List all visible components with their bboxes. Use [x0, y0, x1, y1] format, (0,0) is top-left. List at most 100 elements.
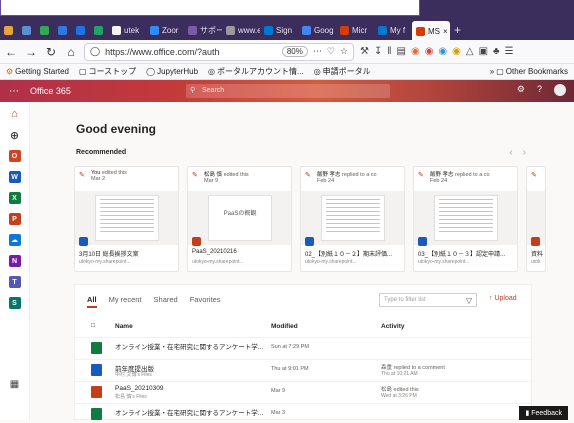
filter-input[interactable]: Type to filter list ▽ [379, 293, 477, 307]
card-file-name: 3月10日 総長挨拶文案 [79, 252, 139, 258]
bookmark-star-icon[interactable]: ☆ [340, 46, 348, 57]
file-activity-time: Thu at 10:21 AM [381, 371, 418, 377]
menu-icon[interactable]: ☰ [505, 46, 514, 57]
bookmark-item[interactable]: ⚙ Getting Started [6, 67, 69, 76]
column-modified[interactable]: Modified [271, 323, 298, 330]
onedrive-icon[interactable]: ☁ [8, 234, 21, 246]
avatar[interactable] [554, 84, 566, 96]
extension-icon[interactable]: ◉ [425, 46, 434, 57]
url-bar[interactable]: ◯ https://www.office.com/?auth 80% ⋯ ♡ ☆ [84, 42, 354, 61]
search-input[interactable]: ⚲ Search [186, 84, 390, 98]
doc-line [100, 199, 154, 200]
chevron-left-icon[interactable]: ‹ [509, 147, 512, 158]
recommended-card[interactable]: ✎ 資料 utok [526, 166, 546, 272]
powerpoint-icon[interactable]: P [8, 213, 21, 225]
browser-tab[interactable]: www.ec [222, 21, 260, 39]
doc-line [439, 219, 493, 220]
browser-tab[interactable]: Sign [260, 21, 298, 39]
doc-line [439, 215, 493, 216]
word-icon[interactable]: W [8, 171, 21, 183]
browser-tab[interactable] [0, 21, 18, 39]
app-launcher-icon[interactable]: ⋯ [0, 86, 28, 97]
download-icon[interactable]: ↧ [374, 46, 382, 57]
browser-tab[interactable]: utek [108, 21, 146, 39]
bookmark-item[interactable]: ◎ ポータルアカウント情... [208, 66, 304, 77]
browser-tab[interactable]: サポー [184, 21, 222, 39]
extension-icon[interactable]: ▣ [479, 46, 488, 57]
file-name[interactable]: オンライン授業・在宅研究に関するアンケート学... [115, 407, 263, 417]
bookmark-item[interactable]: ◯ JupyterHub [146, 67, 198, 76]
doc-preview [434, 195, 498, 241]
extension-icon[interactable]: ◉ [438, 46, 447, 57]
new-tab-button[interactable]: + [450, 21, 465, 39]
all-apps-icon[interactable]: ▦ [9, 378, 21, 390]
file-row[interactable]: PaaS_20210309 松島 慎's Files Mar 9 松島 edited … [75, 381, 533, 401]
recommended-card[interactable]: ✎ 飯野 孝志 replied to a co Feb 24 03_【別紙１０－３】認… [413, 166, 518, 272]
file-activity: 松島 edited this [381, 387, 419, 393]
file-name[interactable]: PaaS_20210309 [115, 385, 163, 392]
onenote-icon[interactable]: N [8, 255, 21, 267]
recommended-card[interactable]: ✎ You edited this Mar 2 3月10日 総長挨拶文案 utokyo-… [74, 166, 179, 272]
browser-tab[interactable]: Zoor [146, 21, 184, 39]
home-icon[interactable]: ⌂ [9, 108, 21, 120]
browser-tab[interactable] [72, 21, 90, 39]
sidebar-icon[interactable]: ▤ [397, 46, 406, 57]
browser-tab[interactable] [54, 21, 72, 39]
browser-tab[interactable]: Micr [336, 21, 374, 39]
settings-icon[interactable]: ⚙ [517, 84, 525, 96]
doc-line [100, 207, 154, 208]
bookmark-item[interactable]: ◎ 申請ポータル [314, 66, 371, 77]
pocket-icon[interactable]: ♡ [327, 46, 335, 57]
browser-tab[interactable]: Goog [298, 21, 336, 39]
browser-tab[interactable] [36, 21, 54, 39]
extension-icon[interactable]: ◉ [411, 46, 420, 57]
file-activity: 森重 replied to a comment [381, 365, 445, 371]
tab-favicon-icon [302, 25, 311, 35]
upload-button[interactable]: ↑ Upload [489, 295, 517, 302]
chevron-right-icon[interactable]: › [523, 147, 526, 158]
tab-my-recent[interactable]: My recent [109, 295, 142, 308]
forward-icon[interactable]: → [24, 45, 38, 59]
browser-tab[interactable] [90, 21, 108, 39]
office-title[interactable]: Office 365 [30, 86, 71, 96]
extension-icon[interactable]: △ [466, 46, 474, 57]
tab-shared[interactable]: Shared [154, 295, 178, 308]
browser-tab[interactable]: My f [374, 21, 412, 39]
library-icon[interactable]: ‖ [387, 46, 391, 57]
url-text[interactable]: https://www.office.com/?auth [105, 47, 277, 57]
close-tab-icon[interactable]: × [443, 27, 448, 36]
help-icon[interactable]: ? [537, 84, 542, 96]
browser-tab[interactable]: MS × [412, 21, 450, 41]
teams-icon[interactable]: T [8, 276, 21, 288]
outlook-icon[interactable]: O [8, 150, 21, 162]
page-actions-icon[interactable]: ⋯ [313, 46, 322, 57]
tab-all[interactable]: All [87, 295, 97, 308]
bookmark-item[interactable]: ▢ コーストップ [79, 66, 136, 77]
extension-icon[interactable]: ◉ [452, 46, 461, 57]
excel-icon[interactable]: X [8, 192, 21, 204]
sharepoint-icon[interactable]: S [8, 297, 21, 309]
reload-icon[interactable]: ↻ [44, 45, 58, 59]
create-icon[interactable]: ⊕ [9, 129, 21, 142]
recommended-card[interactable]: ✎ 飯野 孝志 replied to a co Feb 24 02_【別紙１０－２】期… [300, 166, 405, 272]
card-location: utokyo-my.sharepoint... [79, 259, 131, 265]
feedback-button[interactable]: ▮ Feedback [519, 406, 568, 420]
extensions-icon[interactable]: ♣ [493, 46, 500, 57]
column-name[interactable]: Name [115, 323, 133, 330]
tools-icon[interactable]: ⚒ [360, 46, 369, 57]
other-bookmarks[interactable]: » ▢ Other Bookmarks [490, 67, 568, 76]
recommended-card[interactable]: ✎ 松島 慎 edited this Mar 9 PaaSの概観 PaaS_202102… [187, 166, 292, 272]
tab-favorites[interactable]: Favorites [190, 295, 221, 308]
zoom-badge[interactable]: 80% [281, 46, 308, 57]
column-activity[interactable]: Activity [381, 323, 404, 330]
app-icon [531, 237, 540, 246]
file-row[interactable]: オンライン授業・在宅研究に関するアンケート学... Mar 3 [75, 403, 533, 423]
tab-label: utek [124, 25, 140, 35]
back-icon[interactable]: ← [4, 45, 18, 59]
file-row[interactable]: 前年度提出版 中村 文博's Files Thu at 9:01 PM 森重 repl… [75, 359, 533, 379]
home-icon[interactable]: ⌂ [64, 45, 78, 59]
file-name[interactable]: オンライン授業・在宅研究に関するアンケート学... [115, 341, 263, 351]
file-row[interactable]: オンライン授業・在宅研究に関するアンケート学... Sun at 7:29 PM [75, 337, 533, 357]
tab-label: www.ec [238, 25, 260, 35]
browser-tab[interactable] [18, 21, 36, 39]
